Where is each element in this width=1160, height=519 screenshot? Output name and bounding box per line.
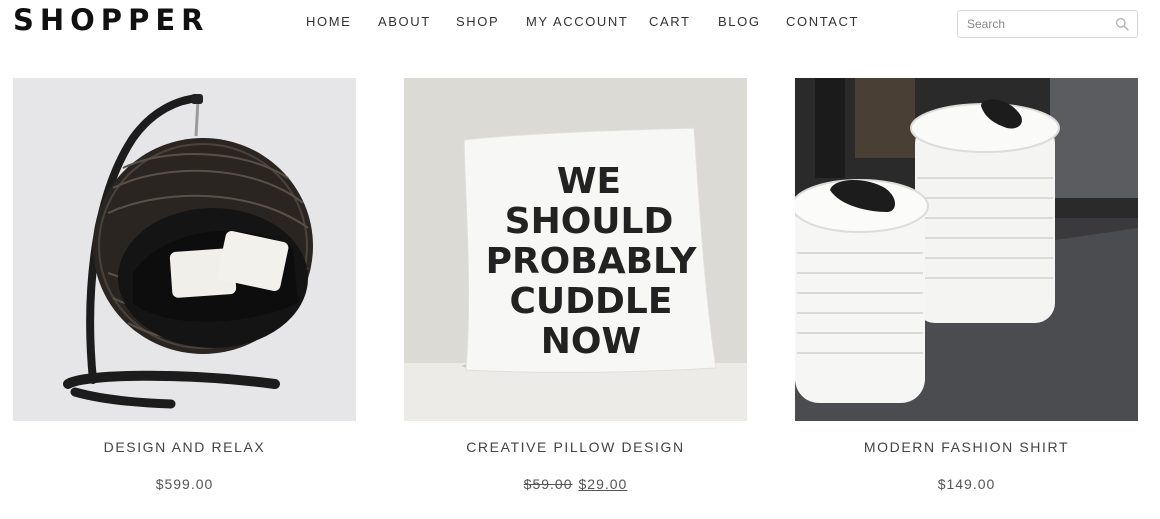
product-image-hanging-chair [13,78,356,421]
product-image-link[interactable]: WE SHOULD PROBABLY CUDDLE NOW [404,78,747,421]
pillow-text-line: NOW [541,321,641,362]
pillow-text-line: CUDDLE [510,281,673,322]
nav-about[interactable]: ABOUT [378,14,431,30]
pillow-text-line: WE [557,161,621,202]
product-card: DESIGN AND RELAX $599.00 [13,78,356,492]
site-logo[interactable]: SHOPPER [13,3,209,37]
nav-blog[interactable]: BLOG [718,14,761,30]
product-name[interactable]: CREATIVE PILLOW DESIGN [404,439,747,455]
product-name[interactable]: DESIGN AND RELAX [13,439,356,455]
product-name[interactable]: MODERN FASHION SHIRT [795,439,1138,455]
product-price: $149.00 [937,476,996,492]
nav-shop[interactable]: SHOP [456,14,499,30]
product-card: WE SHOULD PROBABLY CUDDLE NOW CREATIVE P… [404,78,747,492]
product-image-ceramic-jars [795,78,1138,421]
product-image-link[interactable] [13,78,356,421]
product-old-price: $59.00 [523,476,573,492]
nav-home[interactable]: HOME [306,14,351,30]
product-image-pillow: WE SHOULD PROBABLY CUDDLE NOW [404,78,747,421]
product-sale-price: $29.00 [578,476,628,492]
nav-cart[interactable]: CART [649,14,691,30]
pillow-text-line: PROBABLY [486,241,698,282]
product-price: $599.00 [155,476,214,492]
product-price-block: $59.00 $29.00 [404,476,747,492]
product-card: MODERN FASHION SHIRT $149.00 [795,78,1138,492]
search-icon[interactable] [1115,17,1129,31]
nav-my-account[interactable]: MY ACCOUNT [526,14,628,30]
pillow-text-line: SHOULD [505,201,674,242]
nav-contact[interactable]: CONTACT [786,14,859,30]
product-image-link[interactable] [795,78,1138,421]
search-box [957,10,1138,38]
search-input[interactable] [958,11,1113,37]
